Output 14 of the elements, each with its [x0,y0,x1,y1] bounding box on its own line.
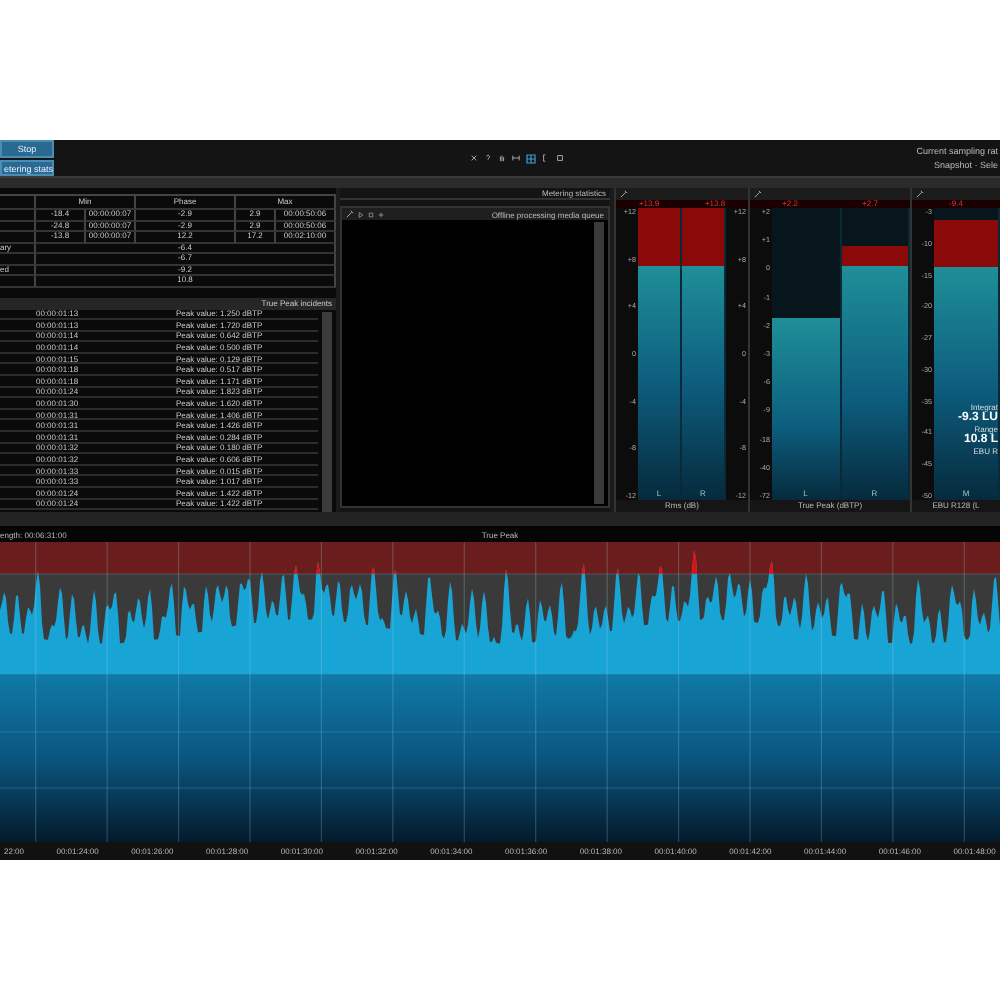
grid-icon[interactable] [526,153,536,163]
stop-icon[interactable] [368,211,374,217]
add-icon[interactable] [378,211,384,217]
close-icon[interactable] [470,154,478,162]
wand-icon[interactable] [620,190,628,198]
wand-icon[interactable] [346,210,354,218]
wand-icon[interactable] [916,190,924,198]
wand-icon[interactable] [754,190,762,198]
fit-icon[interactable] [512,154,520,162]
help-icon[interactable] [484,154,492,162]
hand-icon[interactable] [498,154,506,162]
scrollbar[interactable] [594,222,604,504]
play-icon[interactable] [358,211,364,217]
scrollbar[interactable] [322,311,332,512]
